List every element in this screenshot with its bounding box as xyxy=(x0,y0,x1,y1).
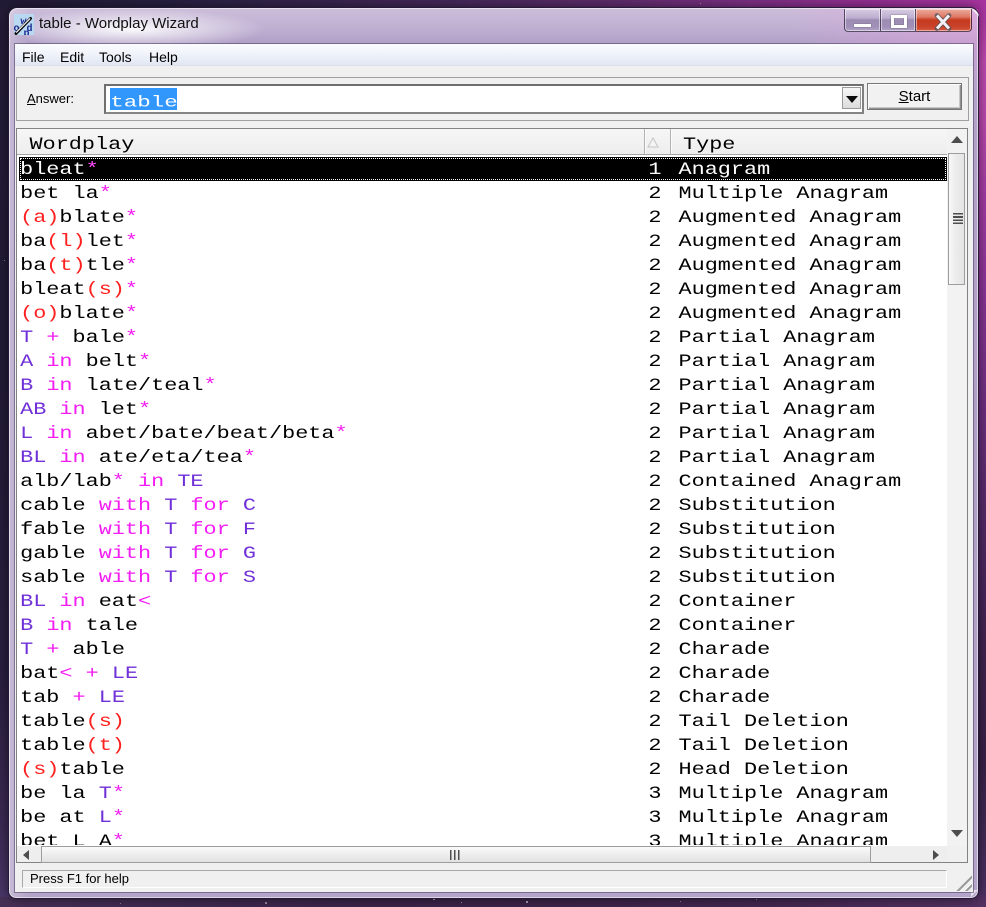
svg-text:p: p xyxy=(24,29,30,35)
